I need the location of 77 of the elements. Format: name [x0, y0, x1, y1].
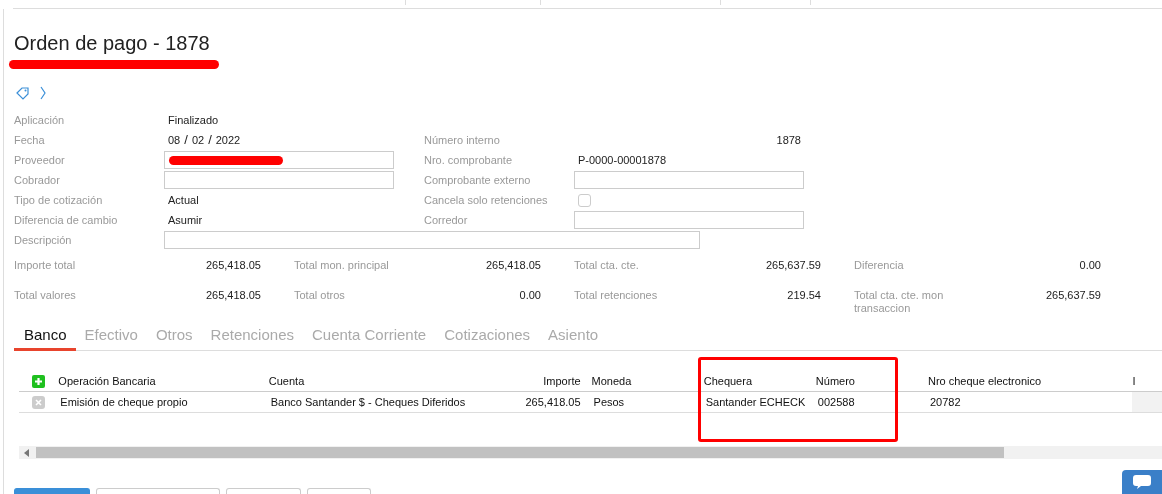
- column-header: Importe: [542, 374, 582, 389]
- field-value: P-0000-00001878: [577, 153, 668, 168]
- total-value: 265,418.05: [205, 259, 261, 272]
- total-label: Diferencia: [854, 259, 905, 272]
- tab[interactable]: Cotizaciones: [435, 321, 540, 351]
- column-header: I: [1132, 374, 1137, 389]
- total-value: 265,637.59: [765, 259, 821, 272]
- table-cell-text: 20782: [928, 395, 962, 410]
- input-field[interactable]: [574, 171, 804, 189]
- chat-icon: [1133, 475, 1151, 489]
- table-cell: [1132, 392, 1162, 412]
- column-header: Chequera: [703, 374, 754, 389]
- total-label: Importe total: [14, 259, 77, 272]
- field-value: Actual: [167, 193, 200, 208]
- field-label: Corredor: [424, 213, 469, 228]
- tab[interactable]: Otros: [146, 321, 202, 351]
- field-label: Número interno: [424, 133, 501, 148]
- total-label: Total valores: [14, 289, 77, 302]
- date-part[interactable]: 02: [191, 134, 205, 146]
- total-value: 265,637.59: [1045, 289, 1101, 303]
- total-value: 0.00: [1079, 259, 1101, 272]
- table-cell-text: Santander ECHECK: [704, 395, 807, 410]
- field-label: Proveedor: [14, 153, 66, 168]
- add-icon[interactable]: [32, 374, 46, 388]
- tag-icon[interactable]: [16, 86, 30, 100]
- input-field[interactable]: [164, 231, 700, 249]
- field-value: Asumir: [167, 213, 204, 228]
- chevron-right-icon[interactable]: [40, 86, 46, 100]
- page-title: Orden de pago - 1878: [14, 31, 211, 55]
- chat-button[interactable]: [1122, 470, 1162, 494]
- table-cell-text: Banco Santander $ - Cheques Diferidos: [269, 395, 467, 410]
- scrollbar-thumb[interactable]: [36, 447, 1004, 458]
- input-field[interactable]: [164, 151, 394, 169]
- field-label: Fecha: [14, 133, 46, 148]
- input-field[interactable]: [574, 211, 804, 229]
- column-header: Número: [815, 374, 856, 389]
- total-label: Total cta. cte.: [574, 259, 640, 272]
- total-value: 219.54: [787, 289, 821, 302]
- date-part[interactable]: 08: [168, 134, 181, 146]
- column-header: Operación Bancaria: [58, 374, 157, 389]
- field-label: Tipo de cotización: [14, 193, 104, 208]
- date-separator: /: [184, 132, 188, 147]
- total-label: Total mon. principal: [294, 259, 390, 272]
- total-label: Total cta. cte. mon transaccion: [854, 289, 945, 315]
- table-cell-text: 265,418.05: [524, 395, 582, 410]
- field-value: Finalizado: [167, 113, 220, 128]
- column-header: Cuenta: [268, 374, 306, 389]
- tab[interactable]: Banco: [14, 321, 76, 351]
- field-label: Diferencia de cambio: [14, 213, 119, 228]
- total-label: Total otros: [294, 289, 346, 302]
- field-value: 1878: [775, 133, 802, 148]
- total-value: 0.00: [519, 289, 541, 302]
- field-label: Comprobante externo: [424, 173, 532, 188]
- field-label: Cancela solo retenciones: [424, 193, 549, 208]
- tab[interactable]: Retenciones: [201, 321, 303, 351]
- field-label: Cobrador: [14, 173, 61, 188]
- table-cell-text: Pesos: [592, 395, 626, 410]
- field-label: Nro. comprobante: [424, 153, 514, 168]
- input-field[interactable]: [164, 171, 394, 189]
- tab[interactable]: Efectivo: [75, 321, 147, 351]
- table-cell-text: Emisión de cheque propio: [59, 395, 189, 410]
- checkbox[interactable]: [578, 194, 591, 207]
- total-value: 265,418.05: [205, 289, 261, 302]
- column-header: Moneda: [591, 374, 633, 389]
- total-value: 265,418.05: [485, 259, 541, 272]
- remove-icon[interactable]: [32, 395, 46, 409]
- date-separator: /: [208, 132, 212, 147]
- date-part[interactable]: 2022: [215, 134, 241, 146]
- scrollbar[interactable]: [19, 446, 1162, 459]
- table-cell-text: 002588: [816, 395, 856, 410]
- field-label: Descripción: [14, 233, 73, 248]
- scroll-left-icon[interactable]: [24, 448, 30, 457]
- field-label: Aplicación: [14, 113, 66, 128]
- tab[interactable]: Asiento: [539, 321, 608, 351]
- column-header: Nro cheque electronico: [927, 374, 1043, 389]
- tab[interactable]: Cuenta Corriente: [303, 321, 436, 351]
- total-label: Total retenciones: [574, 289, 659, 302]
